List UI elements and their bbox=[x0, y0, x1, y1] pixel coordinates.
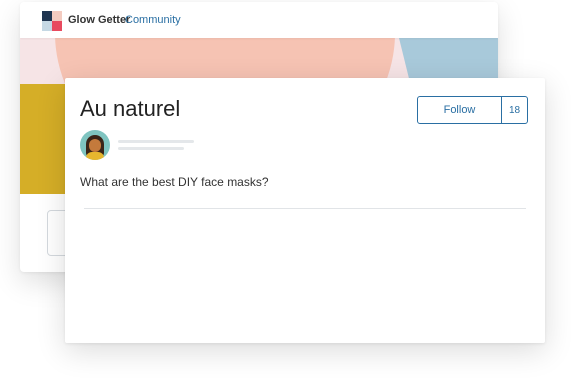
glow-getter-logo-icon bbox=[42, 11, 62, 31]
brand-name: Glow Getter bbox=[68, 14, 131, 26]
brand-community-link[interactable]: Community bbox=[125, 14, 181, 26]
post-card: Au naturel Follow 18 What are the best D… bbox=[65, 78, 545, 343]
follow-button[interactable]: Follow bbox=[418, 97, 502, 123]
post-meta-placeholder bbox=[118, 147, 184, 150]
post-title: Au naturel bbox=[80, 96, 181, 121]
follow-button-group[interactable]: Follow 18 bbox=[417, 96, 528, 124]
follower-count: 18 bbox=[508, 104, 521, 116]
author-name-placeholder bbox=[118, 140, 194, 143]
divider bbox=[84, 208, 526, 209]
community-header: Glow Getter Community bbox=[20, 2, 498, 38]
user-avatar[interactable] bbox=[80, 130, 110, 160]
post-question: What are the best DIY face masks? bbox=[80, 175, 269, 189]
hero-yellow-shape bbox=[20, 84, 68, 194]
